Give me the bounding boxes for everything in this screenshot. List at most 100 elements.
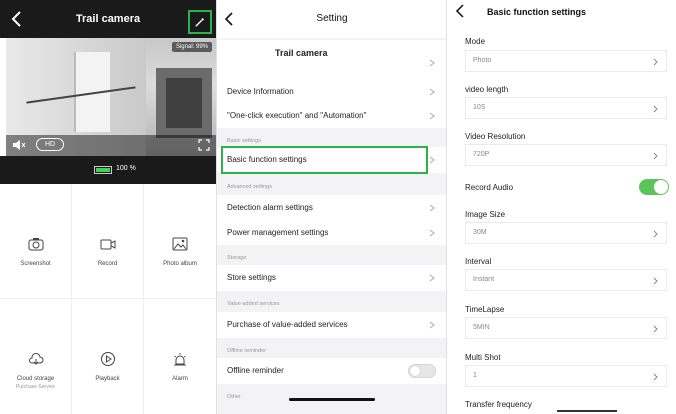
chevron-right-icon — [429, 59, 435, 67]
camera-topbar: Trail camera — [0, 0, 216, 38]
chevron-right-icon — [429, 229, 435, 237]
record-audio-toggle[interactable] — [639, 179, 669, 195]
cloud-storage-label: Cloud storage — [16, 376, 55, 382]
video-length-label: video length — [465, 85, 509, 94]
battery-fill — [96, 168, 110, 172]
screenshot-action[interactable]: Screenshot — [0, 184, 72, 299]
quality-toggle[interactable]: HD — [36, 138, 65, 151]
photo-album-label: Photo album — [163, 261, 197, 267]
offline-reminder-toggle[interactable] — [408, 364, 436, 378]
chevron-right-icon — [429, 321, 435, 329]
offline-reminder-label: Offline reminder — [227, 366, 284, 375]
video-resolution-select[interactable]: 720P — [465, 144, 667, 166]
device-name: Trail camera — [275, 48, 328, 58]
power-management-settings-item[interactable]: Power management settings — [217, 221, 446, 245]
video-length-select[interactable]: 10S — [465, 97, 667, 119]
mode-label: Mode — [465, 37, 486, 46]
chevron-right-icon — [429, 112, 435, 120]
section-other: Other — [227, 394, 241, 400]
speaker-muted-icon[interactable] — [12, 139, 26, 151]
camera-actions-grid: Screenshot Record Photo album Cloud stor… — [0, 184, 216, 414]
photo-album-action[interactable]: Photo album — [144, 184, 216, 299]
interval-select[interactable]: Instant — [465, 269, 667, 291]
camera-icon — [28, 238, 44, 251]
chevron-right-icon — [429, 274, 435, 282]
mode-value: Photo — [473, 57, 492, 64]
image-size-label: Image Size — [465, 210, 506, 219]
basic-function-panel: Basic function settings Mode Photo video… — [446, 0, 676, 414]
multi-shot-label: Multi Shot — [465, 353, 501, 362]
record-label: Record — [97, 261, 118, 267]
settings-topbar: Setting — [217, 0, 446, 38]
chevron-right-icon — [653, 152, 658, 160]
play-icon — [101, 352, 115, 366]
chevron-right-icon — [653, 230, 658, 238]
chevron-right-icon — [429, 156, 435, 164]
store-settings-item[interactable]: Store settings — [217, 265, 446, 291]
page-title: Basic function settings — [487, 7, 587, 17]
one-click-automation-label: "One-click execution" and "Automation" — [227, 111, 367, 120]
interval-value: Instant — [473, 276, 495, 283]
timelapse-value: 5MIN — [473, 324, 490, 331]
alarm-action[interactable]: Alarm — [144, 299, 216, 414]
section-basic-settings: Basic settings — [227, 138, 261, 144]
chevron-right-icon — [653, 105, 658, 113]
video-icon — [100, 239, 116, 250]
image-icon — [172, 237, 188, 251]
battery-status-bar: 100 % — [0, 156, 216, 184]
cloud-storage-sublabel: Purchase Service — [15, 384, 56, 390]
one-click-automation-item[interactable]: "One-click execution" and "Automation" — [217, 104, 446, 128]
battery-icon — [94, 166, 112, 174]
chevron-right-icon — [653, 373, 658, 381]
video-resolution-value: 720P — [473, 151, 490, 158]
playback-action[interactable]: Playback — [72, 299, 144, 414]
section-storage: Storage — [227, 255, 247, 261]
multi-shot-select[interactable]: 1 — [465, 365, 667, 387]
power-management-settings-label: Power management settings — [227, 228, 329, 237]
signal-strength: Signal: 99% — [171, 42, 212, 52]
purchase-value-added-label: Purchase of value-added services — [227, 320, 348, 329]
alarm-icon — [174, 353, 186, 366]
chevron-right-icon — [429, 88, 435, 96]
home-indicator — [557, 410, 617, 412]
mode-select[interactable]: Photo — [465, 50, 667, 72]
image-size-select[interactable]: 30M — [465, 222, 667, 244]
image-size-value: 30M — [473, 229, 487, 236]
chevron-right-icon — [429, 204, 435, 212]
cloud-icon — [29, 353, 44, 365]
toggle-knob — [410, 366, 420, 376]
page-title: Setting — [316, 13, 348, 24]
live-video-view[interactable]: Signal: 99% HD — [6, 38, 216, 156]
timelapse-select[interactable]: 5MIN — [465, 317, 667, 339]
timelapse-label: TimeLapse — [465, 305, 505, 314]
video-scene-shelf-inner — [166, 78, 202, 128]
record-audio-label: Record Audio — [465, 183, 514, 192]
section-value-added-services: Value-added services — [227, 301, 280, 307]
camera-panel: Trail camera Signal: 99% HD 100 % Screen… — [0, 0, 216, 414]
purchase-value-added-item[interactable]: Purchase of value-added services — [217, 312, 446, 338]
section-offline-reminder: Offline reminder — [227, 348, 267, 354]
detection-alarm-settings-item[interactable]: Detection alarm settings — [217, 195, 446, 221]
edit-button[interactable] — [188, 10, 212, 34]
fullscreen-icon[interactable] — [198, 139, 210, 151]
device-information-item[interactable]: Device Information — [217, 80, 446, 104]
page-title: Trail camera — [75, 13, 141, 25]
edit-pencil-icon — [195, 18, 204, 27]
video-length-value: 10S — [473, 104, 486, 111]
chevron-right-icon — [653, 325, 658, 333]
video-resolution-label: Video Resolution — [465, 132, 526, 141]
store-settings-label: Store settings — [227, 273, 276, 282]
chevron-right-icon — [653, 277, 658, 285]
back-arrow-icon[interactable] — [455, 4, 465, 18]
alarm-label: Alarm — [172, 376, 188, 382]
transfer-frequency-label: Transfer frequency — [465, 400, 532, 409]
section-advanced-settings: Advanced settings — [227, 184, 272, 190]
basic-function-topbar: Basic function settings — [447, 0, 676, 24]
battery-level: 100 % — [116, 165, 136, 172]
device-information-label: Device Information — [227, 87, 294, 96]
playback-label: Playback — [95, 376, 120, 382]
multi-shot-value: 1 — [473, 372, 477, 379]
record-action[interactable]: Record — [72, 184, 144, 299]
cloud-storage-action[interactable]: Cloud storage Purchase Service — [0, 299, 72, 414]
device-row[interactable]: Trail camera — [217, 40, 446, 118]
